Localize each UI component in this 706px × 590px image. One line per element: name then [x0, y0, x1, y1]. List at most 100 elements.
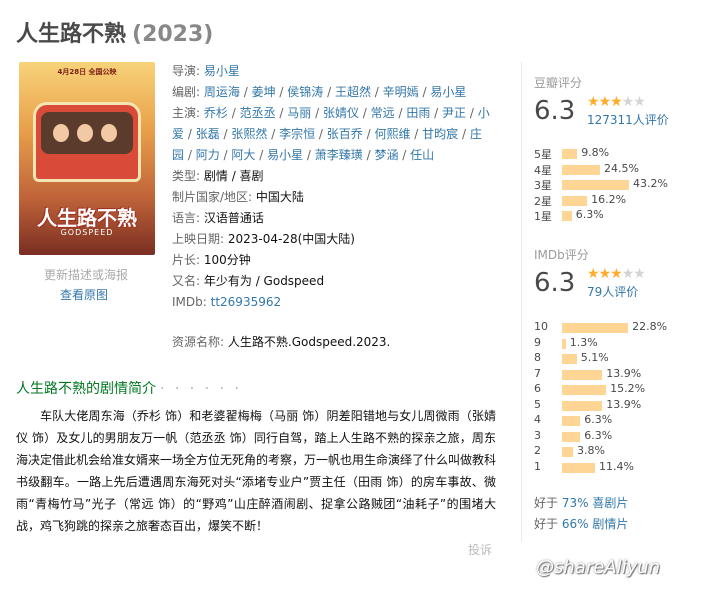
separator: /	[466, 106, 478, 120]
cast-row-continued: 爱 / 张磊 / 张熙然 / 李宗恒 / 张百乔 / 何熙维 / 甘昀宸 / 庄	[172, 124, 512, 145]
director-link[interactable]: 易小星	[204, 64, 240, 78]
separator: /	[362, 148, 375, 162]
rating-bar-key: 5星	[534, 148, 552, 161]
better-than-prefix: 好于	[534, 496, 562, 510]
release-row: 上映日期: 2023-04-28(中国大陆)	[172, 229, 512, 250]
rating-bar	[562, 462, 596, 473]
star-icon: ★	[610, 94, 623, 110]
synopsis-heading-text: 人生路不熟的剧情简介	[16, 381, 156, 397]
separator: /	[370, 85, 383, 99]
report-link[interactable]: 投诉	[468, 541, 492, 558]
director-label: 导演:	[172, 64, 201, 78]
poster-face-shape	[101, 124, 117, 142]
poster-date-text: 4月28日 全国公映	[57, 68, 117, 76]
separator: /	[227, 106, 240, 120]
writer-link[interactable]: 周运海	[204, 85, 240, 99]
separator: /	[358, 106, 371, 120]
better-than-genre[interactable]: 剧情片	[592, 517, 628, 531]
cast-row: 主演: 乔杉 / 范丞丞 / 马丽 / 张婧仪 / 常远 / 田雨 / 尹正 /…	[172, 103, 512, 124]
cast-link[interactable]: 田雨	[406, 106, 430, 120]
rating-bar-percent: 3.8%	[577, 444, 605, 457]
cast-link[interactable]: 小	[478, 106, 490, 120]
rating-bar-key: 7	[534, 366, 541, 380]
rating-bar	[562, 323, 629, 333]
cast-link[interactable]: 张熙然	[231, 127, 267, 141]
resource-label: 资源名称:	[172, 335, 225, 349]
rating-bar-key: 3	[534, 428, 541, 442]
country-value: 中国大陆	[255, 190, 304, 204]
cast-link[interactable]: 阿大	[231, 148, 255, 162]
rating-bar-row: 7 13.9%	[534, 367, 699, 383]
imdb-votes-link[interactable]: 79人评价	[587, 283, 638, 300]
cast-link[interactable]: 乔杉	[204, 106, 228, 120]
star-icon: ★	[587, 94, 600, 110]
rating-bar	[562, 354, 577, 364]
cast-link[interactable]: 梦涵	[374, 148, 398, 162]
rating-bar-key: 2	[534, 444, 541, 457]
rating-bar-key: 5	[534, 397, 541, 411]
poster-face-shape	[53, 124, 69, 142]
writers-row: 编剧: 周运海 / 姜坤 / 侯锦涛 / 王超然 / 辛明嫣 / 易小星	[172, 82, 512, 103]
star-icon: ★	[621, 94, 635, 110]
cast-row-continued: 园 / 阿力 / 阿大 / 易小星 / 萧李臻璜 / 梦涵 / 任山	[172, 145, 512, 166]
cast-link[interactable]: 任山	[410, 148, 434, 162]
cast-link[interactable]: 萧李臻璜	[315, 148, 363, 162]
imdb-rating: IMDb评分 6.3 ★★★★★ 79人评价 10 22.8% 9 1.3% 8 5.1%…	[534, 246, 699, 473]
cast-link[interactable]: 易小星	[267, 148, 303, 162]
cast-link[interactable]: 张百乔	[327, 127, 363, 141]
cast-link[interactable]: 马丽	[287, 106, 311, 120]
separator: /	[219, 148, 232, 162]
title-text: 人生路不熟	[16, 22, 127, 47]
movie-title: 人生路不熟 (2023)	[16, 16, 213, 48]
imdb-label: IMDb:	[172, 295, 207, 309]
cast-link[interactable]: 庄	[470, 127, 482, 141]
writer-link[interactable]: 易小星	[430, 85, 466, 99]
update-poster-link[interactable]: 更新描述或海报	[44, 266, 128, 283]
imdb-link[interactable]: tt26935962	[211, 295, 282, 309]
better-than-pct[interactable]: 73%	[562, 496, 589, 510]
cast-link[interactable]: 张婧仪	[323, 106, 359, 120]
rating-bar	[562, 338, 566, 349]
rating-bar-row: 4星 24.5%	[534, 162, 699, 178]
cast-link[interactable]: 李宗恒	[279, 127, 315, 141]
writer-link[interactable]: 侯锦涛	[287, 85, 323, 99]
cast-link[interactable]: 范丞丞	[240, 106, 276, 120]
separator: /	[184, 127, 196, 141]
imdb-score: 6.3	[534, 268, 576, 298]
rating-bar-percent: 15.2%	[610, 382, 646, 395]
rating-bar-key: 6	[534, 382, 541, 395]
rating-bar-key: 4	[534, 413, 541, 426]
poster-image[interactable]: 4月28日 全国公映 人生路不熟 GODSPEED	[19, 62, 155, 255]
cast-label: 主演:	[172, 106, 201, 120]
cast-link[interactable]: 尹正	[442, 106, 466, 120]
rating-bar-percent: 6.3%	[575, 208, 604, 221]
imdb-stars-icon: ★★★★★	[587, 266, 646, 282]
resource-value: 人生路不熟.Godspeed.2023.	[227, 335, 391, 349]
aka-value: 年少有为 / Godspeed	[203, 274, 325, 288]
rating-bar	[562, 447, 574, 457]
douban-votes-link[interactable]: 127311人评价	[587, 111, 669, 128]
rating-bar	[562, 400, 603, 411]
cast-link[interactable]: 何熙维	[374, 127, 410, 141]
separator: /	[255, 148, 268, 162]
writer-link[interactable]: 姜坤	[252, 85, 276, 99]
cast-link[interactable]: 甘昀宸	[422, 127, 458, 141]
writer-link[interactable]: 王超然	[335, 85, 371, 99]
cast-link[interactable]: 常远	[371, 106, 395, 120]
rating-bar-percent: 22.8%	[632, 320, 668, 333]
imdb-row: IMDb: tt26935962	[172, 292, 512, 313]
better-than-pct[interactable]: 66%	[562, 517, 589, 531]
better-than-genre[interactable]: 喜剧片	[592, 496, 628, 510]
cast-link[interactable]: 园	[172, 148, 184, 162]
star-icon: ★	[598, 94, 612, 110]
better-than-comedy: 好于 73% 喜剧片	[534, 494, 628, 511]
writer-link[interactable]: 辛明嫣	[383, 85, 419, 99]
rating-bar-percent: 6.3%	[584, 428, 613, 442]
cast-link[interactable]: 爱	[172, 127, 184, 141]
separator: /	[311, 106, 323, 120]
rating-bar	[562, 195, 588, 206]
cast-link[interactable]: 张磊	[196, 127, 220, 141]
view-original-link[interactable]: 查看原图	[60, 286, 108, 303]
rating-bar-row: 4 6.3%	[534, 413, 699, 429]
cast-link[interactable]: 阿力	[196, 148, 220, 162]
